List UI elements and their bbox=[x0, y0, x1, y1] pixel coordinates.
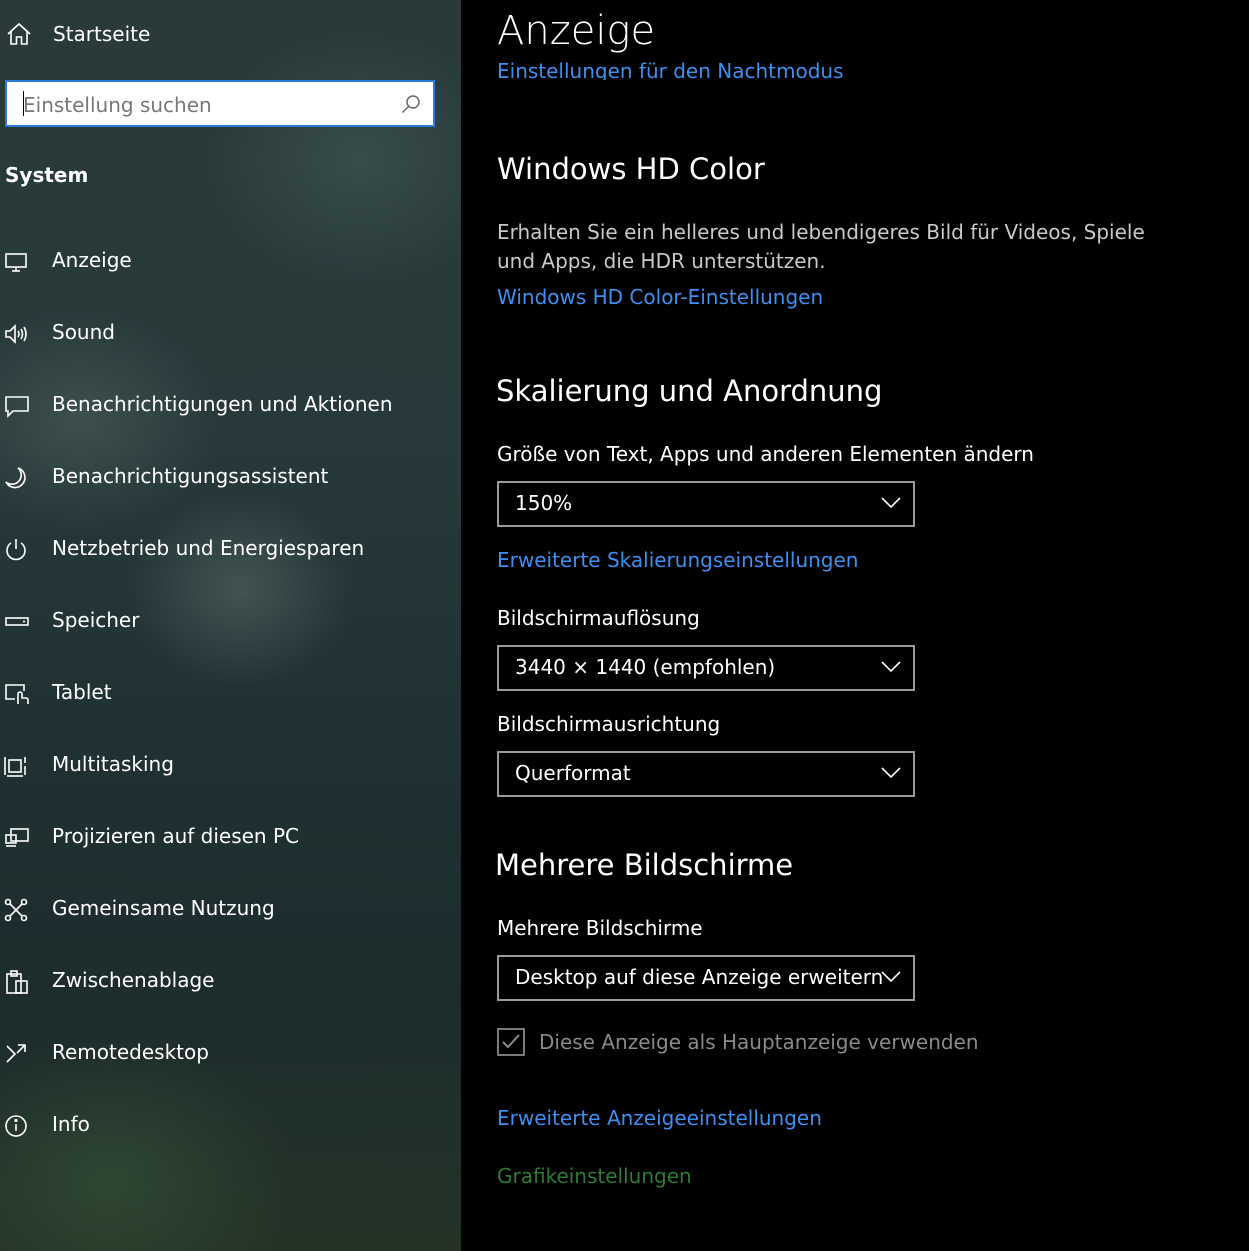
size-label: Größe von Text, Apps und anderen Element… bbox=[497, 442, 1034, 466]
checkmark-icon bbox=[502, 1034, 520, 1049]
sidebar-item-label: Benachrichtigungsassistent bbox=[52, 464, 329, 488]
sidebar-item-projizieren[interactable]: Projizieren auf diesen PC bbox=[0, 802, 461, 874]
sidebar-item-label: Projizieren auf diesen PC bbox=[52, 824, 299, 848]
sidebar-item-label: Gemeinsame Nutzung bbox=[52, 896, 275, 920]
multi-display-heading: Mehrere Bildschirme bbox=[495, 848, 794, 882]
sidebar-item-speicher[interactable]: Speicher bbox=[0, 586, 461, 658]
hd-color-description: Erhalten Sie ein helleres und lebendiger… bbox=[497, 220, 1145, 273]
chevron-down-icon bbox=[881, 971, 901, 983]
scaling-value: 150% bbox=[515, 491, 573, 515]
sidebar-item-label: Sound bbox=[52, 320, 115, 344]
sidebar-item-label: Remotedesktop bbox=[52, 1040, 209, 1064]
sidebar-item-label: Benachrichtigungen und Aktionen bbox=[52, 392, 393, 416]
sidebar-item-info[interactable]: Info bbox=[0, 1090, 461, 1162]
power-icon bbox=[6, 539, 26, 561]
search-input[interactable] bbox=[21, 82, 395, 127]
hd-color-settings-link[interactable]: Windows HD Color-Einstellungen bbox=[497, 285, 823, 309]
multi-display-dropdown[interactable]: Desktop auf diese Anzeige erweitern bbox=[497, 955, 915, 1001]
chevron-down-icon bbox=[881, 497, 901, 509]
sidebar-item-label: Tablet bbox=[52, 680, 112, 704]
search-box[interactable] bbox=[5, 80, 435, 127]
moon-icon bbox=[5, 467, 26, 489]
multi-display-value: Desktop auf diese Anzeige erweitern bbox=[515, 965, 884, 989]
search-icon[interactable] bbox=[401, 94, 421, 114]
sidebar-item-label: Speicher bbox=[52, 608, 140, 632]
multitasking-icon bbox=[4, 757, 26, 777]
sidebar-item-sound[interactable]: Sound bbox=[0, 298, 461, 370]
sidebar-item-benachrichtigungsassistent[interactable]: Benachrichtigungsassistent bbox=[0, 442, 461, 514]
sidebar-item-benachrichtigungen[interactable]: Benachrichtigungen und Aktionen bbox=[0, 370, 461, 442]
scaling-heading: Skalierung und Anordnung bbox=[496, 374, 883, 408]
share-icon bbox=[4, 898, 28, 922]
multi-display-label: Mehrere Bildschirme bbox=[497, 916, 703, 940]
sidebar-item-label: Multitasking bbox=[52, 752, 174, 776]
scaling-dropdown[interactable]: 150% bbox=[497, 481, 915, 527]
storage-icon bbox=[5, 617, 29, 626]
notification-icon bbox=[5, 396, 29, 418]
section-title: System bbox=[5, 163, 89, 187]
hd-color-heading: Windows HD Color bbox=[497, 152, 765, 186]
resolution-value: 3440 × 1440 (empfohlen) bbox=[515, 655, 776, 679]
sidebar-item-netzbetrieb[interactable]: Netzbetrieb und Energiesparen bbox=[0, 514, 461, 586]
page-title: Anzeige bbox=[497, 8, 656, 54]
text-caret bbox=[23, 91, 24, 116]
clipboard-icon bbox=[6, 970, 28, 994]
sidebar-item-remotedesktop[interactable]: Remotedesktop bbox=[0, 1018, 461, 1090]
sidebar-item-multitasking[interactable]: Multitasking bbox=[0, 730, 461, 802]
sidebar-item-label: Info bbox=[52, 1112, 90, 1136]
sidebar-item-gemeinsame-nutzung[interactable]: Gemeinsame Nutzung bbox=[0, 874, 461, 946]
sidebar: Startseite System Anzeige Sound Benachri… bbox=[0, 0, 461, 1251]
info-icon bbox=[5, 1115, 27, 1137]
home-nav-item[interactable]: Startseite bbox=[0, 10, 461, 56]
sidebar-item-zwischenablage[interactable]: Zwischenablage bbox=[0, 946, 461, 1018]
night-mode-link[interactable]: Einstellungen für den Nachtmodus bbox=[497, 56, 844, 80]
resolution-dropdown[interactable]: 3440 × 1440 (empfohlen) bbox=[497, 645, 915, 691]
sidebar-item-tablet[interactable]: Tablet bbox=[0, 658, 461, 730]
orientation-value: Querformat bbox=[515, 761, 631, 785]
resolution-label: Bildschirmauflösung bbox=[497, 606, 700, 630]
orientation-label: Bildschirmausrichtung bbox=[497, 712, 721, 736]
main-content: Anzeige Einstellungen für den Nachtmodus… bbox=[461, 0, 1249, 1251]
project-icon bbox=[5, 828, 29, 847]
main-display-checkbox-label: Diese Anzeige als Hauptanzeige verwenden bbox=[539, 1030, 979, 1054]
advanced-scaling-link[interactable]: Erweiterte Skalierungseinstellungen bbox=[497, 548, 858, 572]
sidebar-item-label: Anzeige bbox=[52, 248, 132, 272]
remote-desktop-icon bbox=[6, 1044, 26, 1063]
sidebar-item-label: Zwischenablage bbox=[52, 968, 215, 992]
graphics-settings-link[interactable]: Grafikeinstellungen bbox=[497, 1164, 692, 1188]
advanced-display-link[interactable]: Erweiterte Anzeigeeinstellungen bbox=[497, 1106, 822, 1130]
speaker-icon bbox=[5, 324, 27, 344]
monitor-icon bbox=[5, 253, 27, 272]
main-display-checkbox[interactable] bbox=[497, 1028, 525, 1056]
home-icon bbox=[7, 22, 31, 45]
sidebar-item-label: Netzbetrieb und Energiesparen bbox=[52, 536, 365, 560]
chevron-down-icon bbox=[881, 661, 901, 673]
tablet-icon bbox=[5, 684, 29, 704]
sidebar-item-anzeige[interactable]: Anzeige bbox=[0, 226, 461, 298]
chevron-down-icon bbox=[881, 767, 901, 779]
home-label: Startseite bbox=[53, 22, 151, 46]
orientation-dropdown[interactable]: Querformat bbox=[497, 751, 915, 797]
